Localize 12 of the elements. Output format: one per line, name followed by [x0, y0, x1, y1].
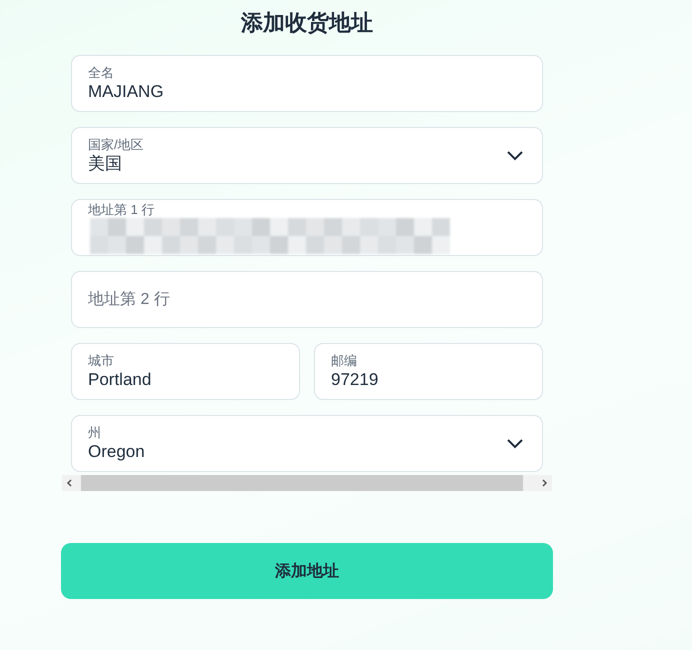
- input-field[interactable]: 邮编 97219: [314, 343, 543, 400]
- input-field[interactable]: 地址第 1 行: [71, 199, 543, 256]
- chevron-down-icon: [506, 438, 524, 450]
- add-address-button[interactable]: 添加地址: [61, 543, 553, 599]
- horizontal-scrollbar[interactable]: [62, 475, 552, 491]
- input-field[interactable]: 城市 Portland: [71, 343, 300, 400]
- input-field[interactable]: 地址第 2 行: [71, 271, 543, 328]
- chevron-down-icon: [506, 150, 524, 162]
- input-field[interactable]: 全名 MAJIANG: [71, 55, 543, 112]
- select-field[interactable]: 州 Oregon: [71, 415, 543, 472]
- select-field[interactable]: 国家/地区 美国: [71, 127, 543, 184]
- page-title: 添加收货地址: [240, 9, 374, 37]
